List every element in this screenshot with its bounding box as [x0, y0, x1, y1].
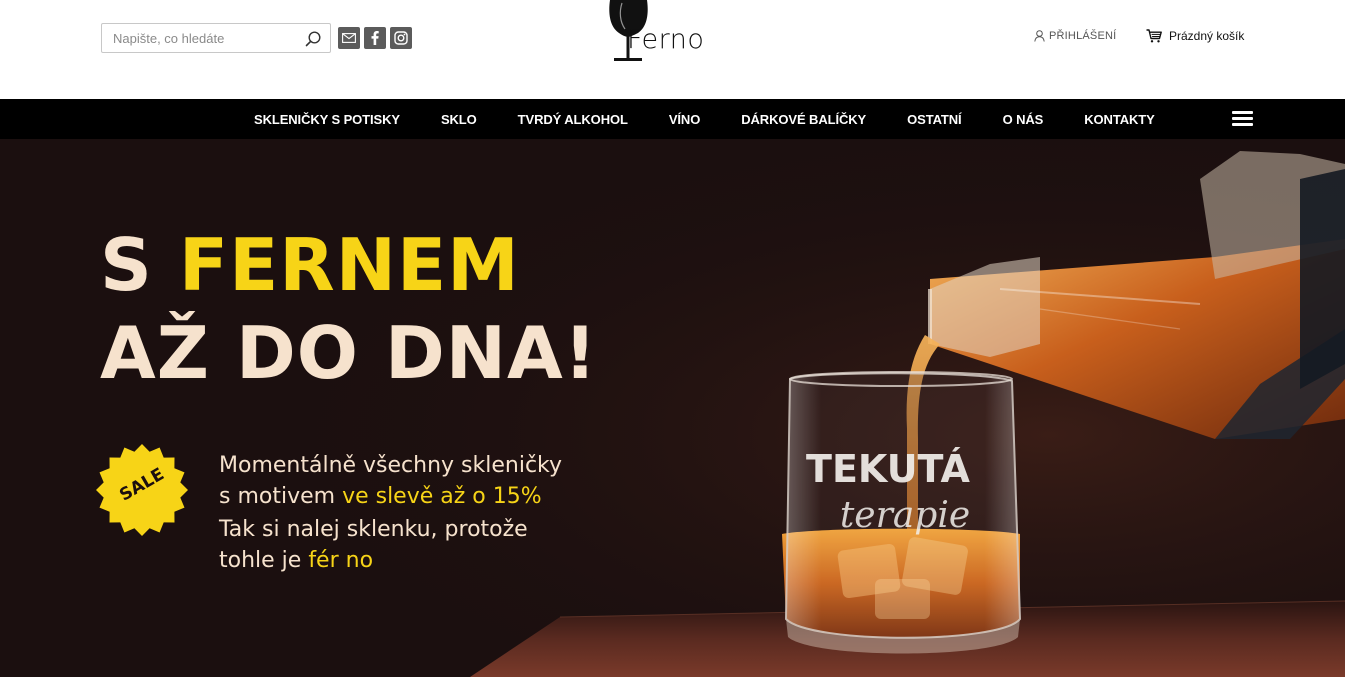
search-input[interactable] [102, 24, 297, 52]
instagram-icon[interactable] [390, 27, 412, 49]
mail-icon[interactable] [338, 27, 360, 49]
nav-item-darkove-balicky[interactable]: DÁRKOVÉ BALÍČKY [741, 112, 866, 127]
nav-item-o-nas[interactable]: O NÁS [1003, 112, 1044, 127]
promo-line-1: Momentálně všechny skleničky [219, 453, 563, 478]
login-label: PŘIHLÁŠENÍ [1049, 30, 1117, 42]
promo-line-4-highlight: fér no [308, 548, 374, 573]
hero-banner[interactable]: TEKUTÁ terapie S FERNEM AŽ DO DNA! SALE … [0, 139, 1345, 677]
hamburger-menu-icon[interactable] [1232, 111, 1253, 127]
promo-line-4: tohle je fér no [219, 545, 562, 576]
hero-headline-line2: AŽ DO DNA! [100, 311, 598, 395]
nav-item-vino[interactable]: VÍNO [669, 112, 700, 127]
cart-link[interactable]: Prázdný košík [1146, 29, 1244, 43]
search-icon[interactable] [304, 30, 322, 48]
glass-print-top: TEKUTÁ [806, 447, 970, 491]
nav-item-sklo[interactable]: SKLO [441, 112, 477, 127]
hero-headline-prefix: S [100, 223, 179, 307]
nav-items: SKLENIČKY S POTISKY SKLO TVRDÝ ALKOHOL V… [254, 99, 1155, 139]
user-icon [1034, 30, 1045, 42]
nav-item-tvrdy-alkohol[interactable]: TVRDÝ ALKOHOL [518, 112, 628, 127]
social-links [338, 27, 412, 49]
logo-text: Ferno [627, 24, 705, 55]
cart-icon [1146, 29, 1162, 43]
promo-line-2-highlight: ve slevě až o 15% [342, 484, 542, 509]
promo-line-2: s motivem ve slevě až o 15% [219, 481, 562, 512]
promo-line-4-prefix: tohle je [219, 548, 309, 573]
hero-promo-text: Momentálně všechny skleničky s motivem v… [219, 450, 562, 576]
glass-print-bottom: terapie [840, 495, 970, 536]
facebook-icon[interactable] [364, 27, 386, 49]
cart-label: Prázdný košík [1169, 29, 1245, 43]
promo-line-2-prefix: s motivem [219, 484, 343, 509]
hero-headline-highlight: FERNEM [178, 223, 520, 307]
site-header: Ferno PŘIHLÁŠENÍ Prázdný košík [0, 0, 1345, 99]
promo-line-3: Tak si nalej sklenku, protože [219, 517, 528, 542]
hero-image: TEKUTÁ terapie [0, 139, 1345, 677]
nav-item-ostatni[interactable]: OSTATNÍ [907, 112, 962, 127]
search-box [101, 23, 331, 53]
main-nav: SKLENIČKY S POTISKY SKLO TVRDÝ ALKOHOL V… [0, 99, 1345, 139]
login-link[interactable]: PŘIHLÁŠENÍ [1034, 30, 1116, 42]
nav-item-sklenicky-s-potisky[interactable]: SKLENIČKY S POTISKY [254, 112, 400, 127]
nav-item-kontakty[interactable]: KONTAKTY [1084, 112, 1155, 127]
hero-headline-line1: S FERNEM [100, 229, 520, 301]
